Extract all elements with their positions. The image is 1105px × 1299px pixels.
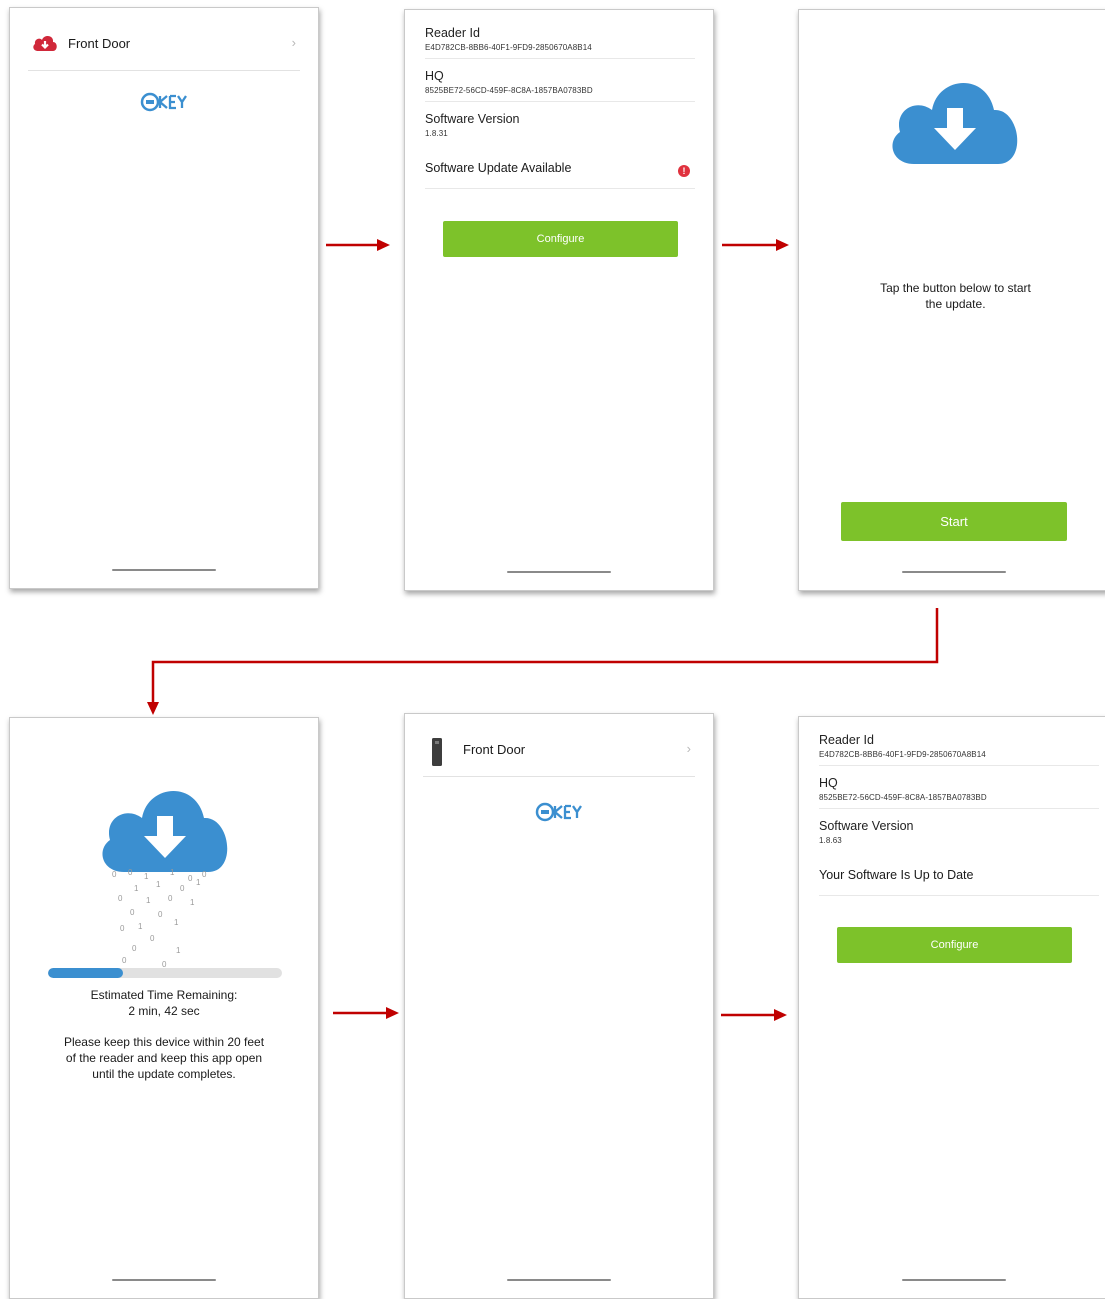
flow-arrow-5-to-6 (721, 1009, 787, 1021)
flow-arrow-2-to-3 (722, 239, 789, 251)
flow-arrow-1-to-2 (326, 239, 390, 251)
flow-arrows (147, 239, 939, 1021)
flow-arrow-4-to-5 (333, 1007, 399, 1019)
flow-arrow-3-to-4 (147, 608, 939, 715)
